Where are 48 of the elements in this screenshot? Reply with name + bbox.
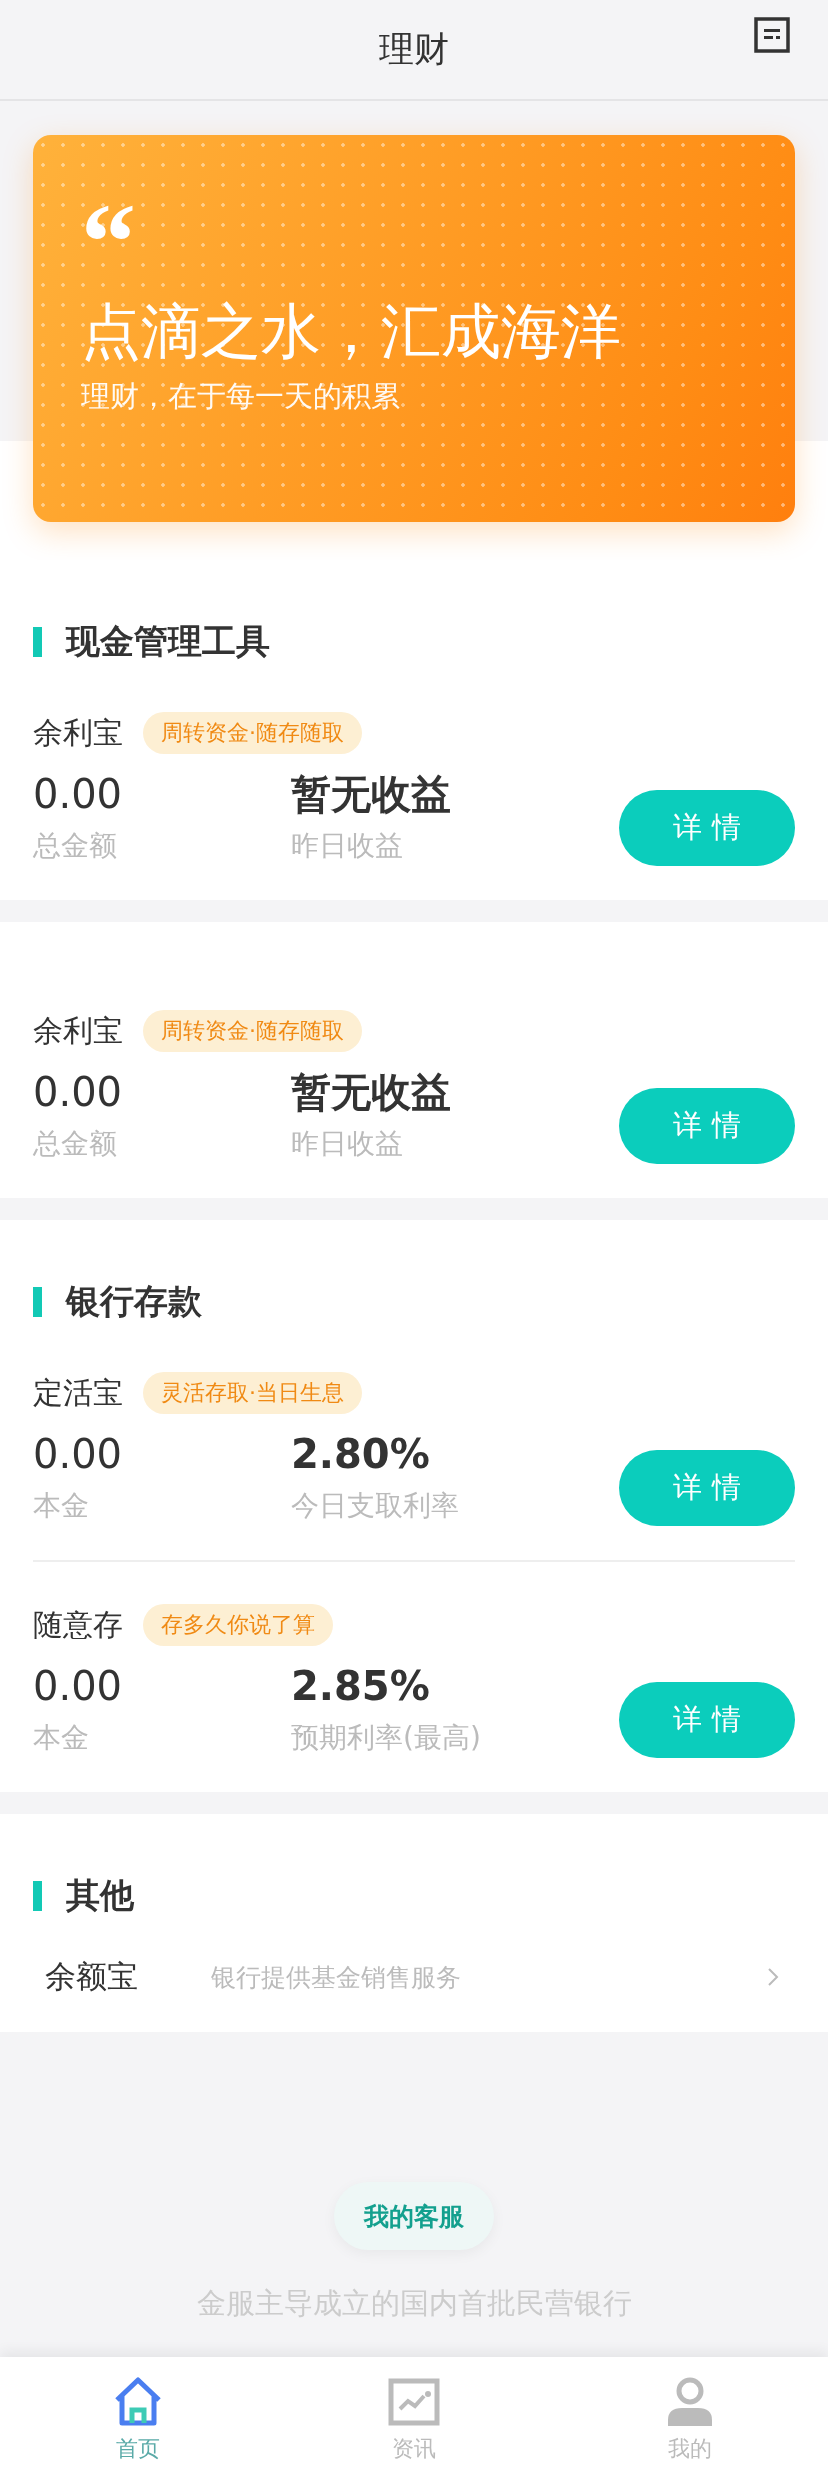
product-name: 定活宝 — [33, 1373, 123, 1412]
product-tag: 周转资金·随存随取 — [143, 712, 362, 754]
product-tag: 存多久你说了算 — [143, 1604, 333, 1646]
tab[interactable]: 资讯 — [276, 2357, 552, 2483]
page-title: 理财 — [379, 28, 449, 71]
product-name: 随意存 — [33, 1605, 123, 1644]
section-marker — [33, 1287, 42, 1317]
list-row[interactable]: 余额宝 银行提供基金销售服务 — [0, 1942, 828, 2012]
details-button[interactable]: 详 情 — [619, 790, 795, 866]
yield-label: 昨日收益 — [291, 1126, 403, 1162]
amount-label: 本金 — [33, 1488, 89, 1524]
amount-value: 0.00 — [33, 1068, 123, 1117]
document-icon[interactable] — [754, 17, 790, 53]
amount-value: 0.00 — [33, 770, 123, 819]
yield-label: 今日支取利率 — [291, 1488, 459, 1524]
amount-label: 总金额 — [33, 1126, 117, 1162]
yield-value: 暂无收益 — [291, 770, 451, 819]
product-name: 余利宝 — [33, 1011, 123, 1050]
banner-subtitle: 理财，在于每一天的积累 — [81, 378, 400, 415]
section-title: 现金管理工具 — [66, 620, 270, 663]
amount-value: 0.00 — [33, 1662, 123, 1711]
chart-icon — [388, 2376, 440, 2428]
details-button[interactable]: 详 情 — [619, 1088, 795, 1164]
amount-label: 本金 — [33, 1720, 89, 1756]
banner-headline: 点滴之水，汇成海洋 — [81, 295, 621, 367]
product-name: 余利宝 — [33, 713, 123, 752]
customer-service-button[interactable]: 我的客服 — [334, 2182, 494, 2250]
amount-value: 0.00 — [33, 1430, 123, 1479]
details-button[interactable]: 详 情 — [619, 1682, 795, 1758]
yield-value: 2.85% — [291, 1662, 430, 1711]
yield-label: 昨日收益 — [291, 828, 403, 864]
yield-label: 预期利率(最高) — [291, 1720, 481, 1756]
product-tag: 周转资金·随存随取 — [143, 1010, 362, 1052]
yield-value: 2.80% — [291, 1430, 430, 1479]
section-marker — [33, 1881, 42, 1911]
section-title: 其他 — [66, 1874, 134, 1917]
quote-mark: “ — [81, 187, 136, 257]
row-description: 银行提供基金销售服务 — [211, 1961, 462, 1994]
section-title: 银行存款 — [66, 1280, 202, 1323]
tab[interactable]: 首页 — [0, 2357, 276, 2483]
product-tag: 灵活存取·当日生息 — [143, 1372, 362, 1414]
row-title: 余额宝 — [45, 1957, 139, 1996]
amount-label: 总金额 — [33, 828, 117, 864]
section-marker — [33, 627, 42, 657]
details-button[interactable]: 详 情 — [619, 1450, 795, 1526]
tab[interactable]: 我的 — [552, 2357, 828, 2483]
yield-value: 暂无收益 — [291, 1068, 451, 1117]
chevron-right-icon — [767, 1967, 779, 1987]
